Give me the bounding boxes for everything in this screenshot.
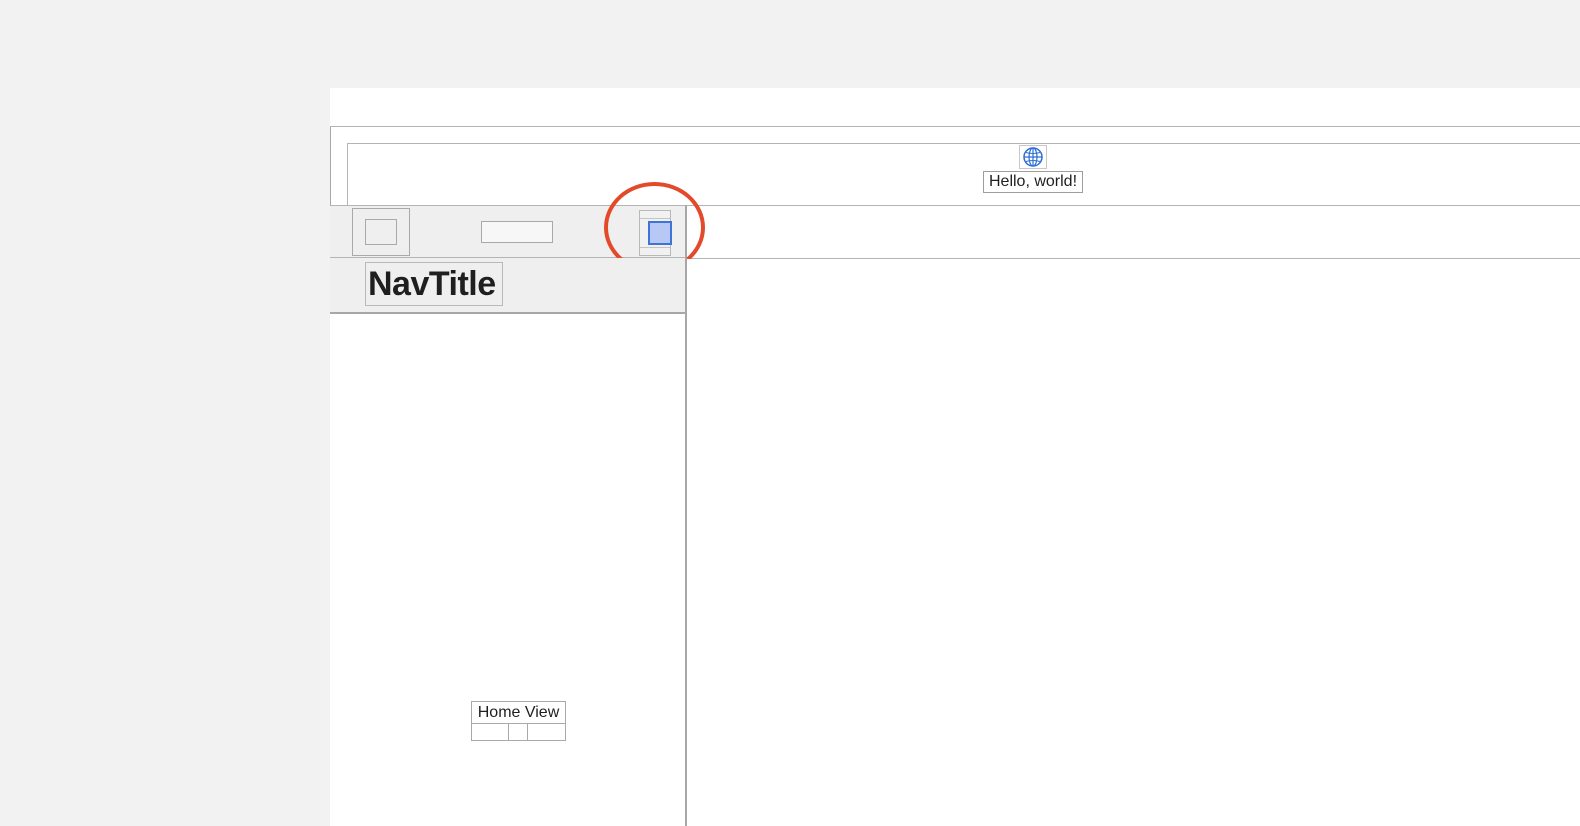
- toolbar-button-icon: [365, 219, 397, 245]
- window-titlebar: [330, 88, 1580, 127]
- toolbar-text-field[interactable]: [481, 221, 553, 243]
- detail-pane: [687, 259, 1580, 826]
- home-view-cell: [472, 724, 509, 740]
- globe-icon-frame: [1019, 145, 1047, 169]
- sidebar: [330, 314, 687, 826]
- nav-title: NavTitle: [365, 262, 503, 306]
- detail-toolbar: [687, 205, 1580, 259]
- home-view-label-box[interactable]: Home View: [471, 701, 566, 741]
- home-view-label: Home View: [472, 702, 565, 724]
- home-view-cell: [509, 724, 528, 740]
- globe-icon: [1023, 147, 1043, 167]
- content-preview: [347, 143, 1580, 205]
- toolbar-button[interactable]: [352, 208, 410, 256]
- hello-world-label: Hello, world!: [983, 171, 1083, 193]
